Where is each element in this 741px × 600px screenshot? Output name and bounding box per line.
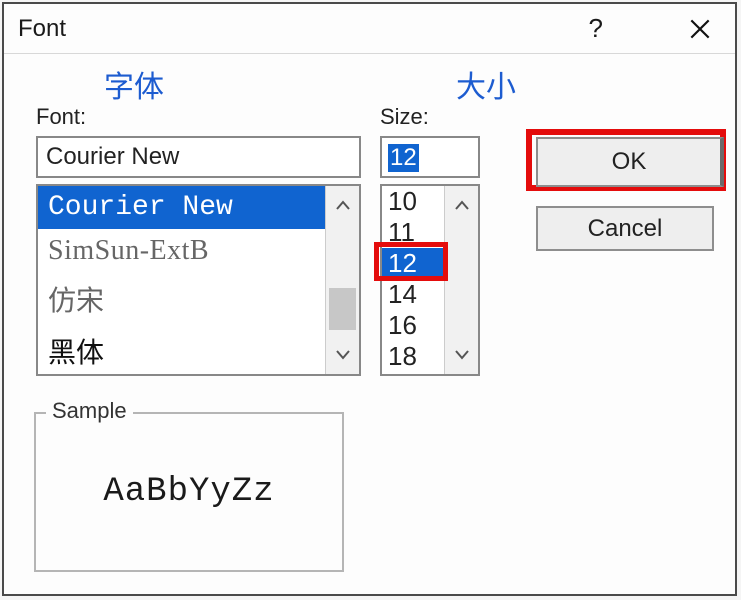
size-list-item[interactable]: 12	[382, 248, 444, 279]
size-list-item[interactable]: 14	[382, 279, 444, 310]
scroll-up-icon[interactable]	[326, 186, 359, 224]
size-listbox[interactable]: 101112141618	[380, 184, 480, 376]
size-list-items: 101112141618	[382, 186, 444, 374]
size-list-item[interactable]: 11	[382, 217, 444, 248]
dialog-title: Font	[18, 15, 589, 43]
size-list-item[interactable]: 18	[382, 341, 444, 372]
highlight-ok-button: OK	[526, 129, 726, 191]
size-list-scrollbar[interactable]	[444, 186, 478, 374]
cancel-button-label: Cancel	[588, 215, 663, 243]
sample-group: Sample AaBbYyZz	[34, 412, 344, 572]
titlebar: Font ?	[4, 4, 735, 54]
scroll-track[interactable]	[445, 224, 478, 336]
label-size: Size:	[380, 104, 429, 130]
scroll-up-icon[interactable]	[445, 186, 478, 224]
ok-button[interactable]: OK	[536, 137, 724, 187]
font-dialog: Font ? 字体 大小 Font: Size: 12 Courier NewS…	[2, 2, 737, 596]
label-font: Font:	[36, 104, 86, 130]
font-list-scrollbar[interactable]	[325, 186, 359, 374]
font-list-item[interactable]: 黑体	[38, 325, 325, 374]
scroll-track[interactable]	[326, 224, 359, 336]
sample-legend: Sample	[46, 398, 133, 424]
ok-button-label: OK	[612, 148, 647, 176]
font-list-item[interactable]: SimSun-ExtB	[38, 229, 325, 273]
font-listbox[interactable]: Courier NewSimSun-ExtB仿宋黑体	[36, 184, 361, 376]
dialog-body: 字体 大小 Font: Size: 12 Courier NewSimSun-E…	[4, 54, 735, 594]
font-list-items: Courier NewSimSun-ExtB仿宋黑体	[38, 186, 325, 374]
sample-text: AaBbYyZz	[36, 473, 342, 511]
font-list-item[interactable]: 仿宋	[38, 273, 325, 325]
scroll-down-icon[interactable]	[326, 336, 359, 374]
size-list-item[interactable]: 10	[382, 186, 444, 217]
annotation-font: 字体	[104, 62, 164, 106]
scroll-down-icon[interactable]	[445, 336, 478, 374]
size-list-item[interactable]: 16	[382, 310, 444, 341]
font-list-item[interactable]: Courier New	[38, 186, 325, 229]
font-name-input[interactable]	[36, 136, 361, 178]
scroll-thumb[interactable]	[329, 288, 356, 330]
annotation-size: 大小	[456, 62, 516, 106]
close-icon[interactable]	[683, 12, 717, 46]
size-input-value: 12	[388, 144, 419, 172]
cancel-button[interactable]: Cancel	[536, 206, 714, 251]
size-input[interactable]: 12	[380, 136, 480, 178]
help-icon[interactable]: ?	[589, 13, 603, 44]
